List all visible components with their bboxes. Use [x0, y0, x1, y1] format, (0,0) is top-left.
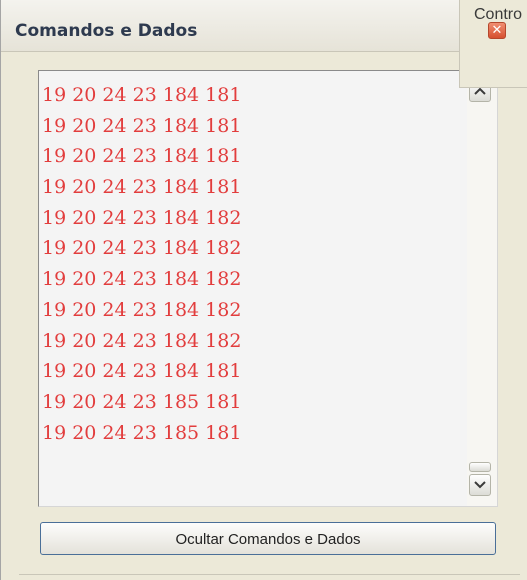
commands-listbox[interactable]: 19 20 24 23 184 181 19 20 24 23 184 181 … — [38, 70, 498, 507]
list-item[interactable]: 19 20 24 23 184 181 — [42, 141, 241, 172]
vertical-scrollbar[interactable] — [467, 71, 497, 506]
title-bar: Comandos e Dados — [1, 0, 520, 52]
control-panel-tab[interactable]: Contro — [459, 0, 527, 88]
list-item[interactable]: 19 20 24 23 185 181 — [42, 387, 241, 418]
chevron-down-icon — [474, 478, 486, 492]
list-item[interactable]: 19 20 24 23 184 182 — [42, 203, 241, 234]
window-title: Comandos e Dados — [15, 21, 198, 41]
commands-list: 19 20 24 23 184 181 19 20 24 23 184 181 … — [42, 80, 241, 448]
scroll-down-button[interactable] — [469, 474, 491, 496]
close-button[interactable]: ✕ — [488, 22, 506, 39]
scrollbar-thumb[interactable] — [469, 462, 491, 472]
commands-window: Comandos e Dados 19 20 24 23 184 181 19 … — [0, 0, 520, 580]
list-item[interactable]: 19 20 24 23 184 182 — [42, 295, 241, 326]
list-item[interactable]: 19 20 24 23 184 182 — [42, 233, 241, 264]
list-item[interactable]: 19 20 24 23 184 181 — [42, 356, 241, 387]
close-icon: ✕ — [491, 23, 503, 38]
divider — [19, 574, 520, 575]
list-item[interactable]: 19 20 24 23 184 182 — [42, 326, 241, 357]
list-item[interactable]: 19 20 24 23 184 181 — [42, 111, 241, 142]
list-item[interactable]: 19 20 24 23 184 181 — [42, 172, 241, 203]
list-item[interactable]: 19 20 24 23 185 181 — [42, 418, 241, 449]
list-item[interactable]: 19 20 24 23 184 182 — [42, 264, 241, 295]
list-item[interactable]: 19 20 24 23 184 181 — [42, 80, 241, 111]
hide-commands-button[interactable]: Ocultar Comandos e Dados — [40, 522, 496, 555]
